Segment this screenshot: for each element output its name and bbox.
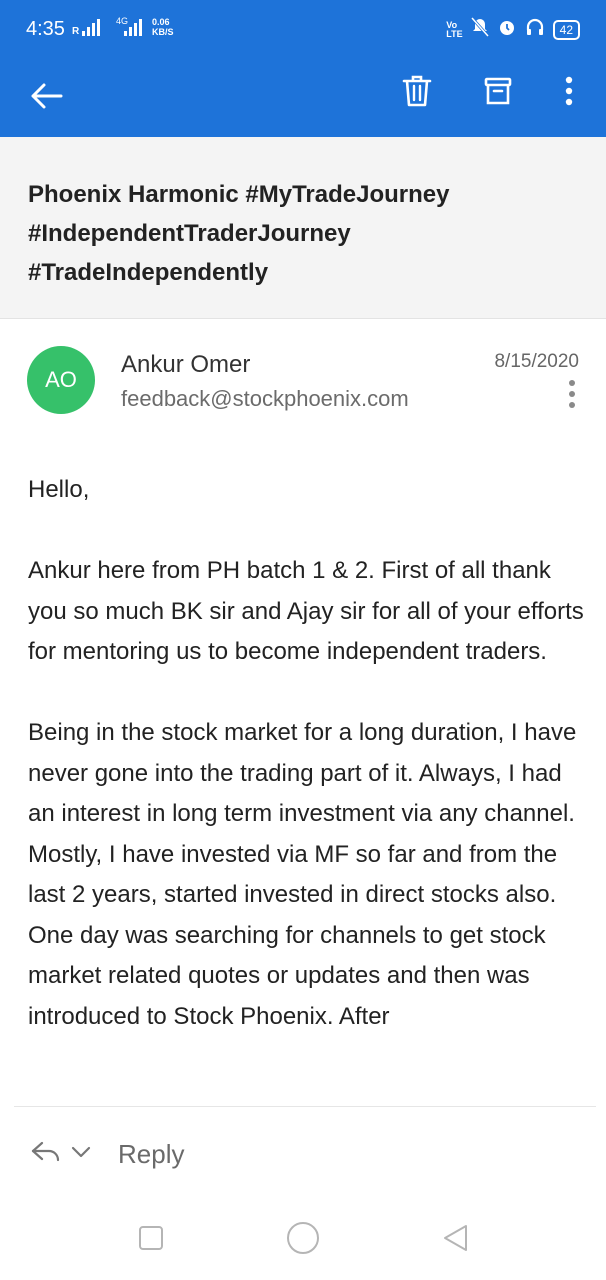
arrow-left-icon <box>29 82 63 115</box>
reply-arrow-icon <box>30 1140 62 1169</box>
system-back-button[interactable] <box>437 1222 473 1258</box>
network-speed-unit: KB/S <box>152 27 174 37</box>
reply-options-button[interactable] <box>68 1141 94 1167</box>
roaming-indicator: R <box>72 26 80 37</box>
status-time: 4:35 <box>26 18 65 40</box>
sender-email[interactable]: feedback@stockphoenix.com <box>121 386 409 412</box>
message-more-button[interactable] <box>556 378 588 414</box>
email-subject: Phoenix Harmonic #MyTradeJourney #Indepe… <box>28 181 450 286</box>
reply-bar: Reply <box>28 1132 184 1176</box>
signal-strength-2-icon <box>124 18 142 36</box>
body-paragraph: Ankur here from PH batch 1 & 2. First of… <box>28 557 584 665</box>
battery-indicator: 42 <box>552 19 580 40</box>
app-toolbar <box>0 58 606 137</box>
back-button[interactable] <box>22 74 70 122</box>
circle-icon <box>286 1221 320 1260</box>
system-navigation-bar <box>0 1200 606 1280</box>
recent-apps-button[interactable] <box>133 1222 169 1258</box>
body-paragraph: Hello, <box>28 476 90 503</box>
email-body: Hello, Ankur here from PH batch 1 & 2. F… <box>28 470 588 1106</box>
volte-bottom: LTE <box>446 28 463 39</box>
volte-indicator: Vo LTE <box>446 20 463 39</box>
signal-strength-icon <box>82 18 100 36</box>
archive-button[interactable] <box>475 70 521 116</box>
delete-button[interactable] <box>394 70 440 116</box>
more-vertical-icon <box>564 76 574 111</box>
notifications-off-icon <box>470 17 489 42</box>
body-paragraph: Being in the stock market for a long dur… <box>28 719 577 1030</box>
archive-icon <box>484 76 512 111</box>
top-header: 4:35 R 4G 0.06 KB/S Vo LTE 42 <box>0 0 606 137</box>
chevron-down-icon <box>71 1145 91 1163</box>
trash-icon <box>402 74 432 113</box>
reply-action-button[interactable] <box>28 1139 64 1169</box>
network-speed-value: 0.06 <box>152 17 170 27</box>
sender-avatar[interactable]: AO <box>27 346 95 414</box>
network-speed: 0.06 KB/S <box>152 17 174 37</box>
more-options-button[interactable] <box>548 72 590 114</box>
triangle-back-icon <box>441 1223 469 1258</box>
alarm-icon <box>497 17 517 42</box>
email-date: 8/15/2020 <box>494 351 579 372</box>
subject-section: Phoenix Harmonic #MyTradeJourney #Indepe… <box>0 137 606 319</box>
square-icon <box>138 1225 164 1256</box>
headphones-icon <box>525 17 545 42</box>
reply-button[interactable]: Reply <box>118 1139 184 1170</box>
status-bar: 4:35 R 4G 0.06 KB/S Vo LTE 42 <box>0 0 606 58</box>
status-right-icons: Vo LTE 42 <box>446 17 580 42</box>
home-button[interactable] <box>285 1221 321 1260</box>
more-vertical-icon <box>568 379 576 414</box>
reply-divider <box>14 1106 596 1107</box>
sender-name[interactable]: Ankur Omer <box>121 351 250 379</box>
